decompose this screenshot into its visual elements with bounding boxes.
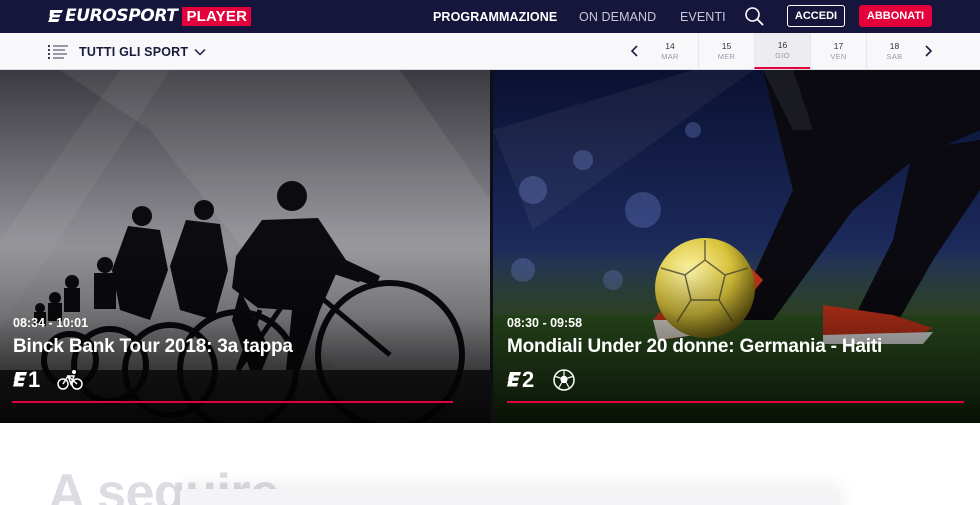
search-icon[interactable] <box>744 6 764 26</box>
logo-player-badge: PLAYER <box>182 6 252 26</box>
chevron-down-icon <box>194 48 206 56</box>
card-progress-line <box>12 401 453 403</box>
program-card-football[interactable]: 08:30 - 09:58 Mondiali Under 20 donne: G… <box>493 70 980 423</box>
eurosport-logo-icon <box>48 10 63 22</box>
nav-item-programmazione[interactable]: PROGRAMMAZIONE <box>433 0 557 33</box>
day-item-14[interactable]: 14 MAR <box>642 33 698 69</box>
day-item-15[interactable]: 15 MER <box>698 33 754 69</box>
program-title: Binck Bank Tour 2018: 3a tappa <box>13 336 293 357</box>
program-time: 08:30 - 09:58 <box>507 316 583 330</box>
subscribe-button[interactable]: ABBONATI <box>859 5 932 27</box>
day-weekday: MAR <box>661 51 679 61</box>
sport-filter-dropdown[interactable]: TUTTI GLI SPORT <box>48 42 206 62</box>
nav-item-on-demand[interactable]: ON DEMAND <box>579 0 656 33</box>
day-weekday: SAB <box>886 51 903 61</box>
day-number: 17 <box>833 40 844 51</box>
program-icons: 2 <box>507 367 882 393</box>
day-item-18[interactable]: 18 SAB <box>866 33 922 69</box>
program-time: 08:34 - 10:01 <box>13 316 89 330</box>
program-icons: 1 <box>13 367 293 393</box>
day-weekday: VEN <box>830 51 847 61</box>
up-next-section: A seguire <box>0 423 980 505</box>
day-item-16-selected[interactable]: 16 GIO <box>754 33 810 69</box>
schedule-subbar: TUTTI GLI SPORT 14 MAR 15 MER 16 GIO 17 … <box>0 33 980 70</box>
day-item-17[interactable]: 17 VEN <box>810 33 866 69</box>
chevron-right-icon[interactable] <box>921 43 935 59</box>
football-icon <box>553 369 575 391</box>
channel-number: 1 <box>28 367 41 392</box>
day-number: 18 <box>889 40 900 51</box>
card-progress-line <box>507 401 964 403</box>
up-next-carousel <box>180 489 840 505</box>
nav-item-eventi[interactable]: EVENTI <box>680 0 726 33</box>
chevron-left-icon[interactable] <box>628 43 642 59</box>
day-weekday: GIO <box>775 50 790 60</box>
day-weekday: MER <box>717 51 736 61</box>
top-navbar: EUROSPORT PLAYER PROGRAMMAZIONE ON DEMAN… <box>0 0 980 33</box>
list-icon <box>48 45 68 59</box>
login-button[interactable]: ACCEDI <box>787 5 845 27</box>
channel-number: 2 <box>522 367 535 392</box>
eurosport-player-logo[interactable]: EUROSPORT PLAYER <box>48 6 252 26</box>
cycling-icon <box>57 370 83 390</box>
live-now-hero: 08:34 - 10:01 Binck Bank Tour 2018: 3a t… <box>0 70 980 423</box>
eurosport-1-icon: 1 <box>13 368 40 392</box>
program-card-cycling[interactable]: 08:34 - 10:01 Binck Bank Tour 2018: 3a t… <box>0 70 490 423</box>
day-selector: 14 MAR 15 MER 16 GIO 17 VEN 18 SAB <box>642 33 922 69</box>
program-info: 08:34 - 10:01 Binck Bank Tour 2018: 3a t… <box>13 316 293 393</box>
sport-filter-label: TUTTI GLI SPORT <box>79 45 189 59</box>
eurosport-2-icon: 2 <box>507 368 534 392</box>
program-info: 08:30 - 09:58 Mondiali Under 20 donne: G… <box>507 316 882 393</box>
program-title: Mondiali Under 20 donne: Germania - Hait… <box>507 336 883 357</box>
logo-wordmark: EUROSPORT <box>65 6 178 26</box>
day-number: 15 <box>721 40 732 51</box>
day-number: 16 <box>777 39 788 50</box>
day-number: 14 <box>665 40 675 51</box>
